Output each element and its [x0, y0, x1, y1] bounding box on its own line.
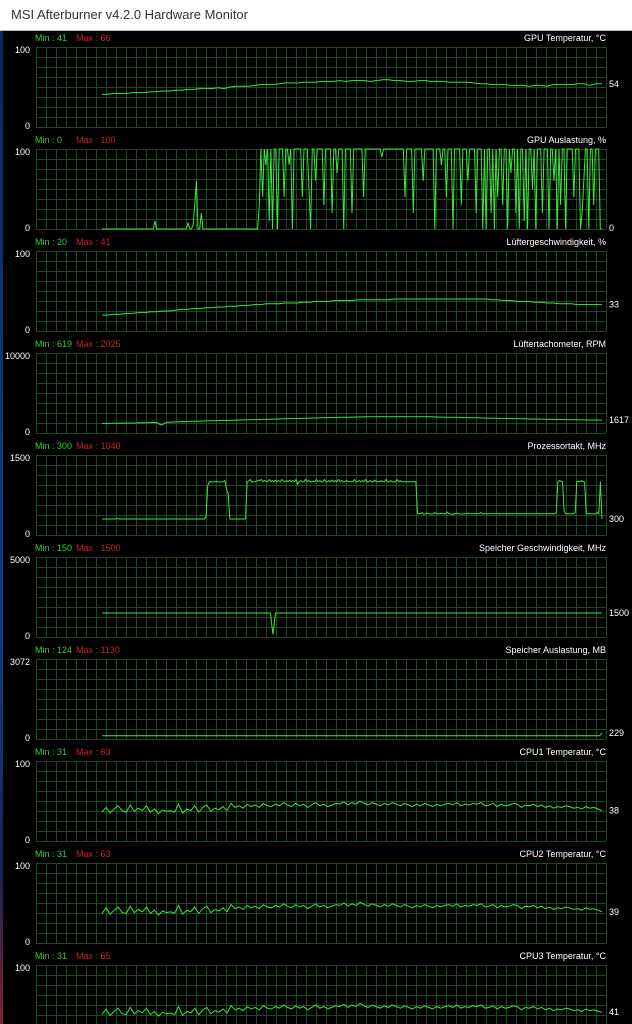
graph-current-value: 1500	[609, 608, 629, 618]
graph-max-label: Max : 100	[76, 135, 116, 145]
graph-current-value: 38	[609, 806, 619, 816]
graphs-canvas: Min : 41 Max : 66 GPU Temperatur, °C 100 0 54…	[5, 33, 629, 1024]
graph-title: Prozessortakt, MHz	[527, 441, 606, 451]
graph-panel-gpu-utilization[interactable]	[36, 148, 607, 230]
graph-min-label: Min : 41	[35, 33, 67, 43]
window-title: MSI Afterburner v4.2.0 Hardware Monitor	[11, 7, 248, 22]
graph-max-label: Max : 41	[76, 237, 111, 247]
graph-y-top-label: 100	[15, 963, 30, 973]
graph-grid	[36, 251, 607, 332]
graph-min-label: Min : 0	[35, 135, 62, 145]
graph-y-bottom-label: 0	[25, 427, 30, 437]
graph-panel-memory-usage[interactable]	[36, 659, 607, 740]
graph-max-label: Max : 2025	[76, 339, 121, 349]
graph-grid	[36, 455, 607, 536]
graph-title: Lüftergeschwindigkeit, %	[506, 237, 606, 247]
graph-current-value: 54	[609, 79, 619, 89]
graph-y-top-label: 5000	[10, 555, 30, 565]
graph-grid	[36, 863, 607, 944]
graph-current-value: 39	[609, 907, 619, 917]
graph-max-label: Max : 65	[76, 951, 111, 961]
graph-y-bottom-label: 0	[25, 631, 30, 641]
graph-current-value: 1617	[609, 415, 629, 425]
graph-y-bottom-label: 0	[25, 121, 30, 131]
graph-panel-fan-speed[interactable]	[36, 251, 607, 332]
graph-y-bottom-label: 0	[25, 325, 30, 335]
graph-title: Speicher Geschwindigkeit, MHz	[479, 543, 607, 553]
graph-current-value: 41	[609, 1007, 619, 1017]
graph-y-top-label: 10000	[5, 351, 30, 361]
graph-panel-cpu3-temperature[interactable]	[36, 965, 607, 1024]
graph-grid	[36, 353, 607, 434]
graph-grid	[36, 965, 607, 1024]
graph-y-top-label: 100	[15, 45, 30, 55]
graph-y-bottom-label: 0	[25, 529, 30, 539]
graph-grid	[36, 659, 607, 740]
graph-y-top-label: 1500	[10, 453, 30, 463]
graph-y-top-label: 3072	[10, 657, 30, 667]
graph-title: CPU3 Temperatur, °C	[520, 951, 607, 961]
graph-title: GPU Auslastung, %	[527, 135, 606, 145]
graph-current-value: 0	[609, 223, 614, 233]
graph-max-label: Max : 1040	[76, 441, 121, 451]
graph-panel-cpu1-temperature[interactable]	[36, 761, 607, 842]
graph-y-bottom-label: 0	[25, 937, 30, 947]
graph-min-label: Min : 619	[35, 339, 72, 349]
graph-max-label: Max : 63	[76, 747, 111, 757]
hardware-monitor-panel[interactable]: Min : 41 Max : 66 GPU Temperatur, °C 100 0 54…	[3, 31, 632, 1024]
window-titlebar[interactable]: MSI Afterburner v4.2.0 Hardware Monitor	[0, 0, 632, 31]
graph-panel-fan-tachometer[interactable]	[36, 353, 607, 434]
graph-max-label: Max : 66	[76, 33, 111, 43]
graph-panel-memory-clock[interactable]	[36, 557, 607, 638]
graph-title: CPU1 Temperatur, °C	[520, 747, 607, 757]
graph-y-top-label: 100	[15, 249, 30, 259]
graph-panel-gpu-temperature[interactable]	[36, 47, 607, 128]
graph-y-bottom-label: 0	[25, 835, 30, 845]
graph-min-label: Min : 31	[35, 951, 67, 961]
graph-min-label: Min : 31	[35, 747, 67, 757]
graph-title: Speicher Auslastung, MB	[505, 645, 606, 655]
graph-min-label: Min : 124	[35, 645, 72, 655]
graph-min-label: Min : 300	[35, 441, 72, 451]
graph-y-bottom-label: 0	[25, 733, 30, 743]
graph-grid	[36, 47, 607, 128]
graph-max-label: Max : 1500	[76, 543, 121, 553]
graph-y-top-label: 100	[15, 759, 30, 769]
graph-min-label: Min : 31	[35, 849, 67, 859]
graph-title: GPU Temperatur, °C	[524, 33, 606, 43]
graph-max-label: Max : 1130	[76, 645, 120, 655]
graph-min-label: Min : 20	[35, 237, 67, 247]
graph-grid	[36, 557, 607, 638]
graph-current-value: 229	[609, 728, 624, 738]
graph-y-top-label: 100	[15, 861, 30, 871]
graph-current-value: 33	[609, 300, 619, 310]
graph-y-top-label: 100	[15, 147, 30, 157]
graph-title: CPU2 Temperatur, °C	[520, 849, 607, 859]
graph-y-bottom-label: 0	[25, 223, 30, 233]
graph-title: Lüftertachometer, RPM	[513, 339, 606, 349]
graph-panel-core-clock[interactable]	[36, 455, 607, 536]
graph-min-label: Min : 150	[35, 543, 72, 553]
graph-max-label: Max : 63	[76, 849, 111, 859]
graph-panel-cpu2-temperature[interactable]	[36, 863, 607, 944]
graph-grid	[36, 761, 607, 842]
graph-current-value: 300	[609, 514, 624, 524]
